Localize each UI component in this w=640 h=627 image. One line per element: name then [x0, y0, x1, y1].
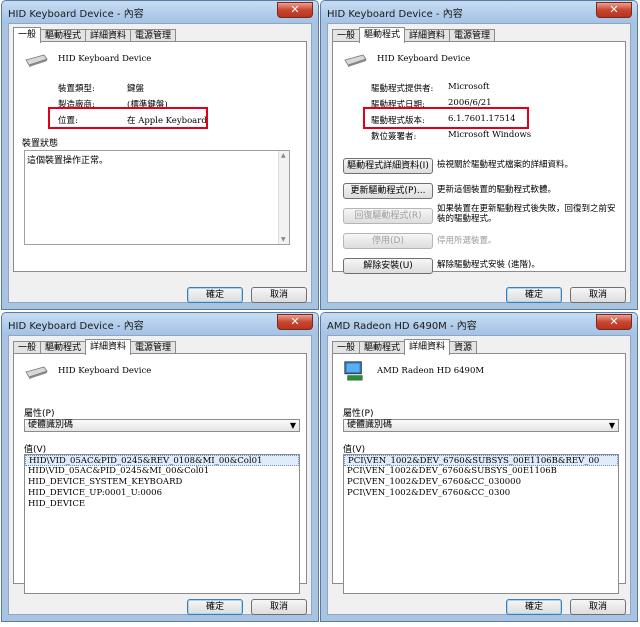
cancel-button[interactable]: 取消 [251, 287, 307, 303]
device-type-label: 裝置類型: [58, 84, 95, 94]
chevron-down-icon: ▼ [289, 421, 296, 430]
window-client-area: 一般 驅動程式 詳細資料 電源管理 HID Keyboard Device 屬性… [8, 335, 312, 615]
digital-signer-value: Microsoft Windows [448, 130, 532, 140]
window-title: HID Keyboard Device - 內容 [327, 9, 463, 20]
list-item[interactable]: HID_DEVICE_SYSTEM_KEYBOARD [25, 477, 299, 488]
device-name: HID Keyboard Device [377, 54, 471, 64]
title-bar[interactable]: HID Keyboard Device - 內容 ✕ [2, 313, 318, 335]
window-title: AMD Radeon HD 6490M - 內容 [327, 321, 477, 332]
property-label: 屬性(P) [24, 409, 55, 419]
driver-provider-value: Microsoft [448, 82, 490, 92]
ok-button[interactable]: 確定 [187, 287, 243, 303]
tab-strip: 一般 驅動程式 詳細資料 電源管理 [13, 339, 177, 355]
tab-general[interactable]: 一般 [13, 27, 42, 43]
list-item[interactable]: PCI\VEN_1002&DEV_6760&CC_030000 [344, 477, 618, 488]
highlight-box [48, 107, 208, 129]
device-name: HID Keyboard Device [58, 54, 152, 64]
property-label: 屬性(P) [343, 409, 374, 419]
value-listbox[interactable]: HID\VID_05AC&PID_0245&REV_0108&MI_00&Col… [24, 454, 300, 594]
list-item[interactable]: HID\VID_05AC&PID_0245&REV_0108&MI_00&Col… [25, 455, 299, 466]
window-client-area: 一般 驅動程式 詳細資料 電源管理 HID Keyboard Device 驅動… [327, 23, 631, 303]
ok-button[interactable]: 確定 [506, 287, 562, 303]
tab-panel: HID Keyboard Device 屬性(P) 硬體識別碼 ▼ 值(V) H… [13, 353, 307, 594]
window-title: HID Keyboard Device - 內容 [8, 9, 144, 20]
value-listbox[interactable]: PCI\VEN_1002&DEV_6760&SUBSYS_00E1106B&RE… [343, 454, 619, 594]
property-dropdown-value: 硬體識別碼 [28, 420, 74, 430]
highlight-box [363, 107, 529, 129]
driver-provider-label: 驅動程式提供者: [371, 84, 434, 94]
close-button[interactable]: ✕ [277, 314, 313, 330]
title-bar[interactable]: AMD Radeon HD 6490M - 內容 ✕ [321, 313, 637, 335]
properties-window-general: HID Keyboard Device - 內容 ✕ 一般 驅動程式 詳細資料 … [1, 0, 319, 310]
close-button[interactable]: ✕ [596, 2, 632, 18]
scroll-up-icon[interactable]: ▲ [281, 152, 286, 159]
close-button[interactable]: ✕ [277, 2, 313, 18]
device-status-text: 這個裝置操作正常。 [27, 156, 109, 166]
scroll-down-icon[interactable]: ▼ [281, 236, 286, 243]
digital-signer-label: 數位簽署者: [371, 132, 417, 142]
status-scrollbar[interactable]: ▲ ▼ [278, 151, 289, 244]
properties-window-details-gpu: AMD Radeon HD 6490M - 內容 ✕ 一般 驅動程式 詳細資料 … [320, 312, 638, 622]
cancel-button[interactable]: 取消 [251, 599, 307, 615]
device-status-textbox[interactable]: 這個裝置操作正常。 ▲ ▼ [24, 150, 290, 245]
cancel-button[interactable]: 取消 [570, 287, 626, 303]
device-name: HID Keyboard Device [58, 366, 152, 376]
list-item[interactable]: PCI\VEN_1002&DEV_6760&SUBSYS_00E1106B&RE… [344, 455, 618, 466]
update-driver-desc: 更新這個裝置的驅動程式軟體。 [437, 185, 557, 195]
list-item[interactable]: HID\VID_05AC&PID_0245&MI_00&Col01 [25, 466, 299, 477]
tab-strip: 一般 驅動程式 詳細資料 電源管理 [13, 27, 177, 43]
tab-details[interactable]: 詳細資料 [85, 339, 132, 355]
tab-strip: 一般 驅動程式 詳細資料 電源管理 [332, 27, 496, 43]
tab-panel: HID Keyboard Device 裝置類型: 鍵盤 製造廠商: (標準鍵盤… [13, 41, 307, 272]
keyboard-icon [25, 54, 48, 67]
cancel-button[interactable]: 取消 [570, 599, 626, 615]
update-driver-button[interactable]: 更新驅動程式(P)... [343, 183, 433, 199]
tab-strip: 一般 驅動程式 詳細資料 資源 [332, 339, 478, 355]
properties-window-driver: HID Keyboard Device - 內容 ✕ 一般 驅動程式 詳細資料 … [320, 0, 638, 310]
keyboard-icon [25, 366, 48, 379]
tab-driver[interactable]: 驅動程式 [359, 27, 406, 43]
window-title: HID Keyboard Device - 內容 [8, 321, 144, 332]
list-item[interactable]: HID_DEVICE [25, 499, 299, 510]
uninstall-button[interactable]: 解除安裝(U) [343, 258, 433, 274]
list-item[interactable]: PCI\VEN_1002&DEV_6760&SUBSYS_00E1106B [344, 466, 618, 477]
rollback-driver-desc: 如果裝置在更新驅動程式後失敗，回復到之前安裝的驅動程式。 [437, 204, 616, 224]
list-item[interactable]: PCI\VEN_1002&DEV_6760&CC_0300 [344, 488, 618, 499]
window-client-area: 一般 驅動程式 詳細資料 資源 AMD Radeon HD 6490M 屬性(P… [327, 335, 631, 615]
tab-details[interactable]: 詳細資料 [404, 339, 451, 355]
title-bar[interactable]: HID Keyboard Device - 內容 ✕ [2, 1, 318, 23]
list-item[interactable]: HID_DEVICE_UP:0001_U:0006 [25, 488, 299, 499]
device-status-label: 裝置狀態 [22, 139, 59, 149]
uninstall-desc: 解除驅動程式安裝 (進階)。 [437, 260, 540, 270]
window-client-area: 一般 驅動程式 詳細資料 電源管理 HID Keyboard Device 裝置… [8, 23, 312, 303]
disable-device-desc: 停用所選裝置。 [437, 236, 497, 246]
rollback-driver-button[interactable]: 回復驅動程式(R) [343, 208, 433, 224]
property-dropdown[interactable]: 硬體識別碼 ▼ [24, 419, 300, 432]
display-adapter-icon [344, 361, 363, 381]
property-dropdown[interactable]: 硬體識別碼 ▼ [343, 419, 619, 432]
driver-details-button[interactable]: 驅動程式詳細資料(I) [343, 158, 433, 174]
driver-details-desc: 檢視關於驅動程式檔案的詳細資料。 [437, 160, 574, 170]
device-name: AMD Radeon HD 6490M [377, 366, 485, 376]
chevron-down-icon: ▼ [608, 421, 615, 430]
close-button[interactable]: ✕ [596, 314, 632, 330]
tab-panel: AMD Radeon HD 6490M 屬性(P) 硬體識別碼 ▼ 值(V) P… [332, 353, 626, 594]
ok-button[interactable]: 確定 [506, 599, 562, 615]
device-type-value: 鍵盤 [127, 84, 145, 94]
tab-panel: HID Keyboard Device 驅動程式提供者: Microsoft 驅… [332, 41, 626, 274]
title-bar[interactable]: HID Keyboard Device - 內容 ✕ [321, 1, 637, 23]
property-dropdown-value: 硬體識別碼 [347, 420, 393, 430]
properties-window-details-keyboard: HID Keyboard Device - 內容 ✕ 一般 驅動程式 詳細資料 … [1, 312, 319, 622]
keyboard-icon [344, 54, 367, 67]
disable-device-button[interactable]: 停用(D) [343, 233, 433, 249]
ok-button[interactable]: 確定 [187, 599, 243, 615]
